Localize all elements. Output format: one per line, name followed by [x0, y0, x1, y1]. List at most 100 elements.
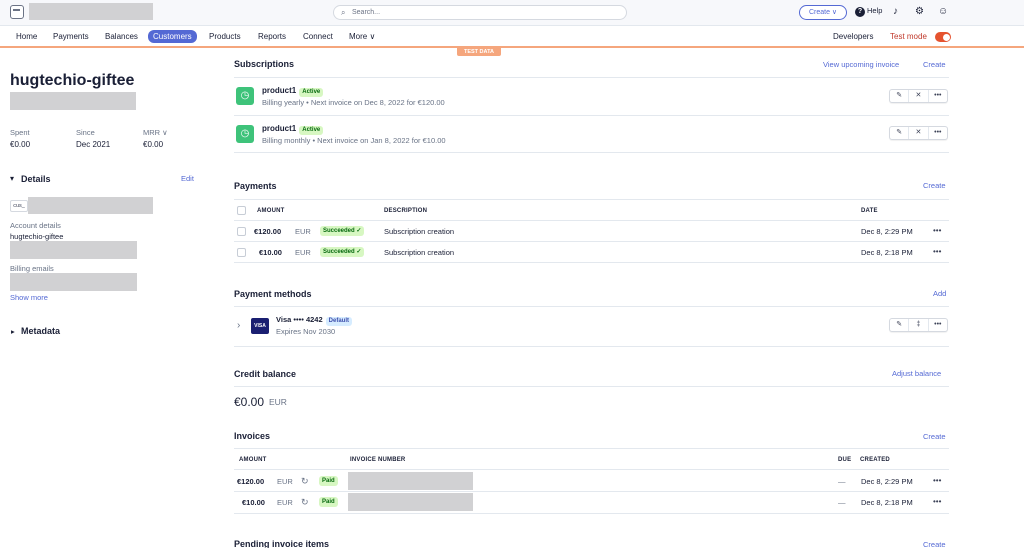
developers-link[interactable]: Developers [833, 31, 873, 43]
triangle-down-icon[interactable]: ▾ [10, 174, 14, 183]
account-details-redacted [10, 241, 137, 259]
chevron-right-icon[interactable]: › [237, 320, 240, 331]
stat-spent-label: Spent [10, 128, 30, 137]
more-icon[interactable]: ••• [933, 497, 941, 506]
help-icon: ? [855, 7, 865, 17]
invoices-create-link[interactable]: Create [923, 432, 946, 441]
help-button[interactable]: ? Help [855, 6, 882, 17]
show-more-link[interactable]: Show more [10, 293, 48, 302]
select-all-checkbox[interactable] [237, 206, 246, 215]
credit-balance-amount: €0.00 [234, 395, 265, 409]
account-name-redacted[interactable] [29, 3, 153, 20]
more-icon[interactable]: ••• [933, 226, 941, 235]
create-button[interactable]: Create ∨ [799, 5, 847, 20]
nav-customers[interactable]: Customers [148, 30, 197, 43]
test-mode-toggle[interactable] [935, 32, 951, 42]
invoice-amount[interactable]: €120.00 [237, 477, 264, 486]
column-header-date: DATE [861, 208, 878, 214]
payments-create-link[interactable]: Create [923, 181, 946, 190]
divider [234, 386, 949, 387]
close-icon[interactable]: ✕ [909, 127, 929, 139]
triangle-right-icon[interactable]: ▸ [11, 327, 15, 336]
stat-mrr-label[interactable]: MRR ∨ [143, 128, 168, 137]
status-badge: Paid [319, 476, 338, 486]
more-icon[interactable]: ••• [929, 127, 947, 139]
payment-amount[interactable]: €10.00 [259, 248, 282, 257]
subscription-name[interactable]: product1 Active [262, 124, 324, 135]
subscription-desc: Billing yearly • Next invoice on Dec 8, … [262, 98, 445, 107]
bell-icon[interactable]: ♪ [893, 5, 898, 19]
subscription-actions: ✎ ✕ ••• [889, 89, 948, 103]
divider [234, 77, 949, 78]
clock-icon: ◷ [236, 125, 254, 143]
payment-description: Subscription creation [384, 248, 455, 257]
credit-balance-currency: EUR [269, 397, 287, 407]
customer-id-redacted [28, 197, 153, 214]
invoice-due: — [838, 477, 846, 486]
account-details-label: Account details [10, 221, 61, 230]
nav-reports[interactable]: Reports [258, 31, 286, 43]
pencil-icon[interactable]: ✎ [890, 127, 910, 139]
account-logo-icon[interactable] [10, 5, 24, 19]
nav-payments[interactable]: Payments [53, 31, 89, 43]
invoice-created: Dec 8, 2:18 PM [861, 498, 913, 507]
divider [234, 220, 949, 221]
stat-since-value: Dec 2021 [76, 140, 111, 149]
nav-connect[interactable]: Connect [303, 31, 333, 43]
subscription-desc: Billing monthly • Next invoice on Jan 8,… [262, 136, 446, 145]
invoice-amount[interactable]: €10.00 [242, 498, 265, 507]
pencil-icon[interactable]: ✎ [890, 319, 910, 331]
nav-more[interactable]: More ∨ [349, 31, 375, 43]
card-number: Visa •••• 4242 [276, 315, 323, 324]
recurring-icon: ↻ [301, 476, 309, 486]
help-label: Help [867, 6, 883, 15]
more-icon[interactable]: ••• [929, 319, 947, 331]
payment-description: Subscription creation [384, 227, 455, 236]
more-icon[interactable]: ••• [929, 90, 947, 102]
default-badge: Default [325, 317, 352, 326]
divider [234, 115, 949, 116]
search-input[interactable]: ⌕ Search... [333, 5, 627, 20]
view-upcoming-invoice-link[interactable]: View upcoming invoice [823, 60, 899, 69]
divider [234, 469, 949, 470]
trash-icon[interactable]: ‡ [909, 319, 929, 331]
divider [234, 241, 949, 242]
close-icon[interactable]: ✕ [909, 90, 929, 102]
details-heading[interactable]: Details [21, 174, 51, 184]
divider [234, 262, 949, 263]
subscription-name[interactable]: product1 Active [262, 86, 324, 97]
pending-create-link[interactable]: Create [923, 540, 946, 548]
divider [234, 152, 949, 153]
status-badge: Paid [319, 497, 338, 507]
column-header-invoice-number: INVOICE NUMBER [350, 457, 406, 463]
payment-methods-add-link[interactable]: Add [933, 289, 946, 298]
more-icon[interactable]: ••• [933, 476, 941, 485]
nav-balances[interactable]: Balances [105, 31, 138, 43]
subscriptions-heading: Subscriptions [234, 59, 295, 69]
nav-home[interactable]: Home [16, 31, 37, 43]
divider [234, 346, 949, 347]
stat-spent-value: €0.00 [10, 140, 31, 149]
payment-amount[interactable]: €120.00 [254, 227, 281, 236]
card-label[interactable]: Visa •••• 4242 Default [276, 315, 352, 326]
subscriptions-create-link[interactable]: Create [923, 60, 946, 69]
more-icon[interactable]: ••• [933, 247, 941, 256]
details-edit-link[interactable]: Edit [181, 174, 194, 183]
status-badge: Succeeded ✓ [320, 247, 365, 257]
divider [234, 513, 949, 514]
pencil-icon[interactable]: ✎ [890, 90, 910, 102]
customer-name: hugtechio-giftee [10, 72, 135, 89]
nav-products[interactable]: Products [209, 31, 241, 43]
payment-currency: EUR [295, 227, 311, 236]
row-checkbox[interactable] [237, 227, 246, 236]
user-icon[interactable]: ☺ [938, 5, 948, 19]
status-badge: Succeeded ✓ [320, 226, 365, 236]
row-checkbox[interactable] [237, 248, 246, 257]
billing-emails-label: Billing emails [10, 264, 54, 273]
metadata-heading[interactable]: Metadata [21, 326, 60, 336]
adjust-balance-link[interactable]: Adjust balance [892, 369, 941, 378]
billing-emails-redacted [10, 273, 137, 291]
payment-methods-heading: Payment methods [234, 289, 312, 299]
payment-date: Dec 8, 2:29 PM [861, 227, 913, 236]
gear-icon[interactable]: ⚙ [915, 5, 924, 19]
